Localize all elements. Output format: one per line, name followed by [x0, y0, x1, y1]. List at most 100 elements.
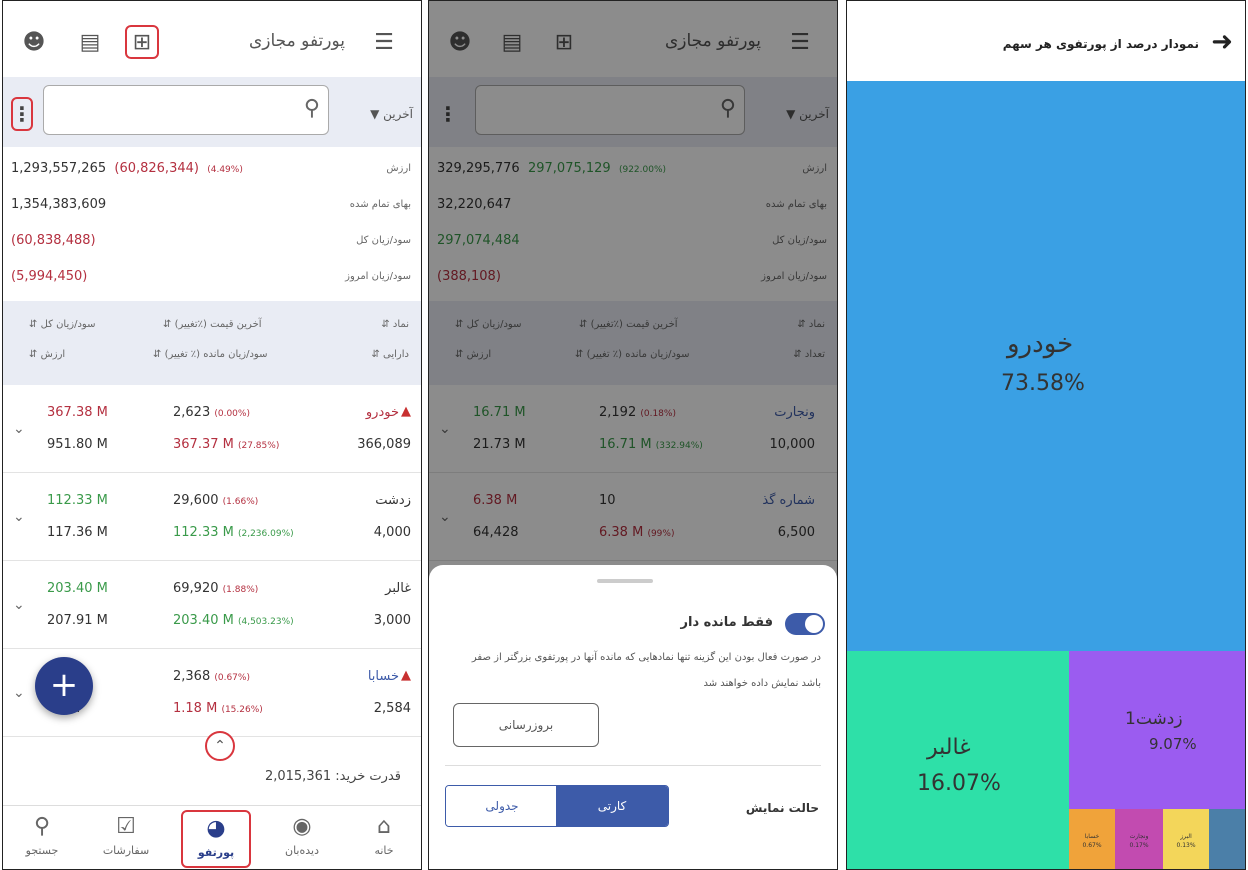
header-total-pl[interactable]: سود/زیان کل ⇵: [29, 319, 95, 330]
header-symbol[interactable]: نماد ⇵: [381, 319, 409, 330]
tile-pct: 9.07%: [1149, 735, 1197, 753]
tile-name: زدشت1: [1125, 709, 1183, 729]
view-card-button[interactable]: کارتی: [556, 786, 668, 826]
view-mode-segmented: جدولی کارتی: [445, 785, 669, 827]
summary-label: سود/زیان امروز: [345, 271, 411, 282]
summary-value: (5,994,450): [11, 269, 88, 284]
nav-label: دیده‌بان: [285, 844, 319, 857]
row-rem-pct: (4,503.23%): [237, 617, 294, 627]
menu-icon[interactable]: ☰: [367, 25, 401, 59]
row-remaining-pl: 112.33 M (2,236.09%): [173, 525, 294, 540]
header-value[interactable]: ارزش ⇵: [29, 349, 65, 360]
tile-ghalbar[interactable]: غالبر 16.07%: [847, 651, 1069, 869]
summary-row-today-pl: (5,994,450) سود/زیان امروز: [3, 259, 421, 295]
summary-row-cost: 1,354,383,609 بهای تمام شده: [3, 187, 421, 223]
summary-row-total-pl: (60,838,488) سود/زیان کل: [3, 223, 421, 259]
search-input[interactable]: ⚲: [43, 85, 329, 135]
toggle-knob: [805, 615, 823, 633]
row-price-value: 69,920: [173, 581, 219, 596]
nav-orders[interactable]: ☑ سفارشات: [91, 810, 161, 868]
tile-alborz[interactable]: البرز 0.13%: [1163, 809, 1209, 869]
nav-search[interactable]: ⚲ جستجو: [7, 810, 77, 868]
back-arrow-icon[interactable]: ➜: [1211, 27, 1233, 57]
remaining-only-toggle[interactable]: [785, 613, 825, 635]
user-icon[interactable]: ☻: [17, 25, 51, 59]
buying-power: قدرت خرید: 2,015,361: [264, 769, 401, 784]
chevron-up-icon[interactable]: ⌃: [205, 731, 235, 761]
toggle-description: در صورت فعال بودن این گزینه تنها نمادهای…: [471, 652, 821, 689]
header-remaining-pl[interactable]: سود/زیان مانده (٪ تغییر) ⇵: [153, 349, 267, 360]
header-remaining-pl-label: سود/زیان مانده (٪ تغییر): [164, 349, 268, 360]
row-price-pct: (1.66%): [222, 497, 259, 507]
view-mode-label: حالت نمایش: [745, 801, 819, 815]
row-symbol[interactable]: خودرو: [366, 405, 399, 420]
row-price-pct: (0.00%): [214, 409, 250, 419]
filter-bar: ⋮ ⚲ آخرین ▼: [3, 77, 421, 147]
header-total-pl-label: سود/زیان کل: [40, 319, 96, 330]
tile-khodro[interactable]: خودرو 73.58%: [847, 81, 1245, 651]
chevron-down-icon[interactable]: ⌄: [13, 421, 25, 437]
header-holding[interactable]: دارایی ⇵: [371, 349, 409, 360]
row-price-pct: (1.88%): [222, 585, 259, 595]
chevron-down-icon[interactable]: ⌄: [13, 509, 25, 525]
summary-pct: (4.49%): [207, 165, 243, 175]
row-value: 117.36 M: [47, 525, 108, 540]
table-row[interactable]: ⌄ 112.33 M 117.36 M 29,600 (1.66%) 112.3…: [3, 473, 421, 561]
portfolio-screen: ☻ ▤ ⊞ پورتفو مجازی ☰ ⋮ ⚲ آخرین ▼ 1,293,5…: [2, 0, 422, 870]
row-symbol[interactable]: خسابا: [368, 669, 399, 684]
row-symbol[interactable]: غالبر: [385, 581, 411, 596]
tile-pct: 16.07%: [917, 771, 1001, 796]
nav-home[interactable]: ⌂ خانه: [349, 810, 419, 868]
divider: [445, 765, 821, 766]
chevron-down-icon[interactable]: ⌄: [13, 597, 25, 613]
toggle-label: فقط مانده دار: [680, 615, 773, 630]
treemap-header: ➜ نمودار درصد از پورتفوی هر سهم: [847, 1, 1245, 81]
row-price: 2,623 (0.00%): [173, 405, 250, 420]
chevron-down-icon: ▼: [370, 107, 380, 121]
add-button[interactable]: +: [35, 657, 93, 715]
tile-other[interactable]: [1209, 809, 1245, 869]
nav-watchlist[interactable]: ◉ دیده‌بان: [267, 810, 337, 868]
row-qty: 4,000: [373, 525, 411, 540]
nav-label: پورتفو: [197, 846, 235, 859]
treemap-screen: ➜ نمودار درصد از پورتفوی هر سهم خودرو 73…: [846, 0, 1246, 870]
chevron-down-icon[interactable]: ⌄: [13, 685, 25, 701]
more-options-icon[interactable]: ⋮: [11, 97, 33, 131]
summary-label: سود/زیان کل: [356, 235, 411, 246]
summary-value: 1,354,383,609: [11, 197, 107, 212]
row-rem-value: 203.40 M: [173, 613, 234, 628]
header-last-price-label: آخرین قیمت (٪تغییر): [174, 319, 262, 330]
view-table-button[interactable]: جدولی: [446, 786, 558, 826]
row-price-value: 2,368: [173, 669, 211, 684]
nav-portfolio[interactable]: ◕ پورتفو: [181, 810, 251, 868]
refresh-button[interactable]: بروزرسانی: [453, 703, 599, 747]
tile-khasaba[interactable]: خسابا 0.67%: [1069, 809, 1115, 869]
summary-value: (60,838,488): [11, 233, 96, 248]
nav-label: سفارشات: [102, 844, 150, 857]
message-icon[interactable]: ▤: [73, 25, 107, 59]
row-remaining-pl: 1.18 M (15.26%): [173, 701, 263, 716]
summary-label: ارزش: [386, 163, 411, 174]
table-row[interactable]: ⌄ 203.40 M 207.91 M 69,920 (1.88%) 203.4…: [3, 561, 421, 649]
row-price-value: 2,623: [173, 405, 211, 420]
search-icon: ⚲: [33, 814, 51, 839]
row-total-pl: 367.38 M: [47, 405, 108, 420]
tile-vonejarat[interactable]: ونجارت 0.17%: [1115, 809, 1163, 869]
search-icon: ⚲: [303, 96, 320, 121]
row-remaining-pl: 203.40 M (4,503.23%): [173, 613, 294, 628]
row-rem-pct: (2,236.09%): [237, 529, 294, 539]
table-row[interactable]: ⌄ 367.38 M 951.80 M 2,623 (0.00%) 367.37…: [3, 385, 421, 473]
row-rem-pct: (27.85%): [237, 441, 280, 451]
sheet-handle[interactable]: [597, 579, 653, 583]
summary-label: بهای تمام شده: [349, 199, 411, 210]
row-qty: 3,000: [373, 613, 411, 628]
tile-pct: 0.17%: [1129, 842, 1149, 849]
row-price-pct: (0.67%): [214, 673, 250, 683]
row-value: 207.91 M: [47, 613, 108, 628]
header-last-price[interactable]: آخرین قیمت (٪تغییر) ⇵: [163, 319, 262, 330]
row-symbol[interactable]: زدشت: [375, 493, 411, 508]
treemap-title: نمودار درصد از پورتفوی هر سهم: [1002, 37, 1199, 51]
tile-zdasht[interactable]: زدشت1 9.07%: [1069, 651, 1245, 809]
treemap-icon[interactable]: ⊞: [125, 25, 159, 59]
sort-select[interactable]: آخرین ▼: [370, 107, 413, 121]
